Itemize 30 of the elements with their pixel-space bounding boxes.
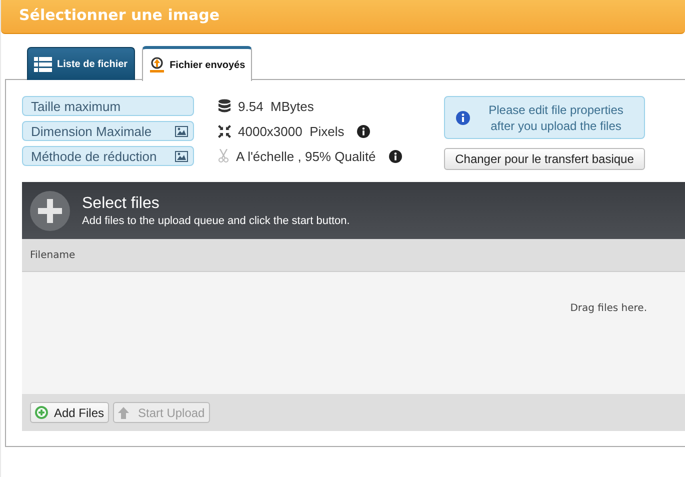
column-title: Filename bbox=[30, 250, 76, 260]
up-arrow-icon bbox=[118, 406, 130, 418]
info-icon[interactable] bbox=[388, 150, 402, 162]
property-label: Dimension Maximale bbox=[22, 121, 194, 141]
property-value: A l'échelle , 95% Qualité bbox=[236, 148, 376, 164]
database-icon bbox=[218, 99, 231, 113]
uploader-title: Select files bbox=[82, 194, 160, 212]
list-icon bbox=[34, 56, 52, 72]
tab[interactable]: Fichier envoyés bbox=[142, 46, 252, 81]
notice-text: Please edit file properties after you upload the files bbox=[488, 102, 624, 134]
uploader-subtitle: Add files to the upload queue and click the start button. bbox=[82, 214, 350, 226]
scissors-icon bbox=[218, 149, 229, 163]
add-icon bbox=[35, 406, 48, 419]
plus-icon[interactable] bbox=[30, 190, 70, 230]
image-icon bbox=[175, 126, 188, 136]
property-value: 9.54 MBytes bbox=[238, 98, 314, 114]
switch-upload-button[interactable]: Changer pour le transfert basique bbox=[444, 148, 645, 170]
tab[interactable]: Liste de fichier bbox=[27, 47, 135, 80]
upload-action-button[interactable]: Add Files bbox=[30, 402, 110, 423]
property-label: Méthode de réduction bbox=[22, 146, 194, 166]
image-icon bbox=[175, 150, 188, 162]
info-icon[interactable] bbox=[357, 124, 370, 138]
drop-area[interactable]: Drag files here. bbox=[22, 272, 685, 394]
property-value: 4000x3000 Pixels bbox=[238, 124, 344, 138]
page-title: Sélectionner une image bbox=[19, 6, 220, 24]
property-label: Taille maximum bbox=[22, 96, 194, 116]
compress-icon bbox=[218, 124, 231, 138]
drop-hint: Drag files here. bbox=[570, 303, 647, 314]
upload-icon bbox=[148, 57, 165, 73]
info-icon bbox=[456, 110, 470, 124]
